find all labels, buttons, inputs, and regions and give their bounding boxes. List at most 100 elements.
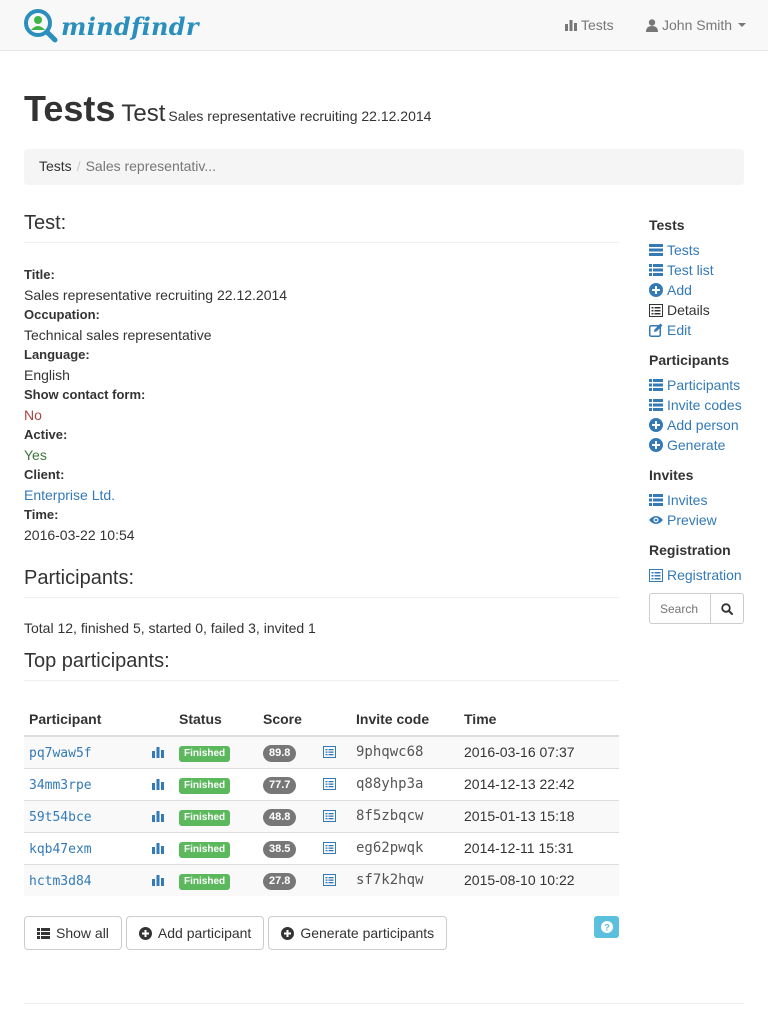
sidebar-item-add-person[interactable]: Add person (649, 415, 745, 435)
bar-chart-icon[interactable] (152, 778, 164, 790)
score-cell: 77.7 (258, 767, 318, 800)
score-badge: 77.7 (263, 776, 297, 794)
list-alt-icon[interactable] (323, 842, 336, 854)
participant-link[interactable]: hctm3d84 (29, 874, 92, 889)
participant-link[interactable]: kqb47exm (29, 842, 92, 857)
user-menu-dropdown[interactable]: John Smith (646, 17, 747, 33)
col-score: Score (258, 703, 318, 737)
list-alt-icon (649, 568, 663, 582)
show-all-label: Show all (56, 925, 109, 941)
help-button[interactable]: ? (594, 916, 619, 938)
sidebar-item-test-list[interactable]: Test list (649, 260, 745, 280)
invite-code-cell: eg62pwqk (351, 831, 459, 864)
list-alt-icon[interactable] (323, 874, 336, 887)
navbar: mindfindr Tests John Smith (0, 0, 768, 51)
score-cell: 48.8 (258, 799, 318, 832)
sidebar-item-label: Edit (667, 322, 692, 338)
field-label-client: Client: (24, 467, 65, 482)
plus-circle-icon (649, 418, 663, 432)
sidebar-item-invites[interactable]: Invites (649, 490, 745, 510)
generate-participants-button[interactable]: Generate participants (268, 916, 448, 950)
list-alt-icon[interactable] (323, 778, 336, 790)
participant-link[interactable]: 34mm3rpe (29, 778, 92, 793)
bar-chart-icon[interactable] (152, 874, 164, 887)
sidebar-nav: Tests Tests Test list Add Details Edit P… (649, 217, 745, 636)
bar-chart-icon[interactable] (152, 842, 164, 854)
list-icon (649, 399, 663, 411)
sidebar-item-add[interactable]: Add (649, 280, 745, 300)
main-content: Test: Title: Sales representative recrui… (24, 212, 619, 950)
search-input[interactable] (649, 593, 711, 624)
search-button[interactable] (711, 593, 744, 624)
invite-code-cell: 8f5zbqcw (351, 799, 459, 832)
plus-circle-icon (649, 438, 663, 452)
show-all-button[interactable]: Show all (24, 916, 122, 950)
user-name: John Smith (662, 17, 733, 33)
participant-actions: Show all Add participant Generate partic… (24, 916, 619, 950)
invite-code-cell: 9phqwc68 (351, 735, 459, 768)
list-icon (649, 494, 663, 506)
field-value-client: Enterprise Ltd. (24, 485, 619, 505)
status-cell: Finished (174, 831, 258, 864)
breadcrumb-tests-link[interactable]: Tests (39, 158, 72, 174)
score-badge: 27.8 (263, 872, 297, 890)
score-badge: 89.8 (263, 744, 297, 762)
sidebar-item-label: Invites (667, 492, 708, 508)
sidebar-heading-registration: Registration (649, 542, 731, 558)
sidebar-item-preview[interactable]: Preview (649, 510, 745, 530)
magnifier-person-icon (24, 9, 58, 43)
page-title: Tests Test Sales representative recruiting… (24, 88, 431, 130)
time-cell: 2014-12-11 15:31 (459, 831, 619, 864)
sidebar-item-label: Invite codes (667, 397, 742, 413)
list-alt-icon[interactable] (323, 746, 336, 759)
score-cell: 27.8 (258, 863, 318, 896)
participant-cell: 59t54bce (24, 799, 147, 832)
participant-link[interactable]: 59t54bce (29, 810, 92, 825)
sidebar-item-edit[interactable]: Edit (649, 320, 745, 340)
field-label-title: Title: (24, 267, 55, 282)
brand-logo[interactable]: mindfindr (24, 9, 199, 43)
table-header-row: Participant Status Score Invite code Tim… (24, 703, 619, 737)
time-cell: 2015-01-13 15:18 (459, 799, 619, 832)
nav-tests-link[interactable]: Tests (565, 17, 614, 33)
sidebar-item-participants[interactable]: Participants (649, 375, 745, 395)
details-cell (318, 863, 351, 896)
generate-participants-label: Generate participants (300, 925, 435, 941)
sidebar-item-generate[interactable]: Generate (649, 435, 745, 455)
status-cell: Finished (174, 767, 258, 800)
question-circle-icon: ? (600, 921, 613, 933)
participant-link[interactable]: pq7waw5f (29, 746, 92, 761)
sidebar-item-tests[interactable]: Tests (649, 240, 745, 260)
table-body: pq7waw5f Finished 89.8 9phqwc68 2016-03-16 0… (24, 735, 619, 896)
page-title-sub: Test (121, 100, 166, 127)
participant-cell: 34mm3rpe (24, 767, 147, 800)
top-participants-table: Participant Status Score Invite code Tim… (24, 703, 619, 896)
sidebar-item-registration[interactable]: Registration (649, 565, 745, 585)
field-value-time: 2016-03-22 10:54 (24, 527, 135, 543)
status-badge: Finished (179, 777, 231, 794)
status-cell: Finished (174, 863, 258, 896)
time-cell: 2014-12-13 22:42 (459, 767, 619, 800)
client-link[interactable]: Enterprise Ltd. (24, 487, 115, 503)
sidebar-heading-tests: Tests (649, 217, 685, 233)
sidebar-group-participants: Participants Participants Invite codes A… (649, 352, 745, 455)
sidebar-item-details[interactable]: Details (649, 300, 745, 320)
time-cell: 2016-03-16 07:37 (459, 735, 619, 768)
page-title-main: Tests (24, 88, 116, 129)
participant-cell: hctm3d84 (24, 863, 147, 896)
bar-chart-icon[interactable] (152, 746, 164, 759)
list-alt-icon[interactable] (323, 810, 336, 822)
sidebar-item-label: Tests (667, 242, 700, 258)
list-alt-icon (649, 303, 663, 317)
status-badge: Finished (179, 873, 231, 890)
field-value-language: English (24, 367, 70, 383)
status-cell: Finished (174, 735, 258, 768)
bar-chart-icon[interactable] (152, 810, 164, 822)
sidebar-item-invite-codes[interactable]: Invite codes (649, 395, 745, 415)
sidebar-item-label: Test list (667, 262, 714, 278)
list-icon (649, 379, 663, 391)
score-badge: 48.8 (263, 808, 297, 826)
sidebar-group-invites: Invites Invites Preview (649, 467, 745, 530)
sidebar-item-label: Preview (667, 512, 717, 528)
add-participant-button[interactable]: Add participant (125, 916, 265, 950)
